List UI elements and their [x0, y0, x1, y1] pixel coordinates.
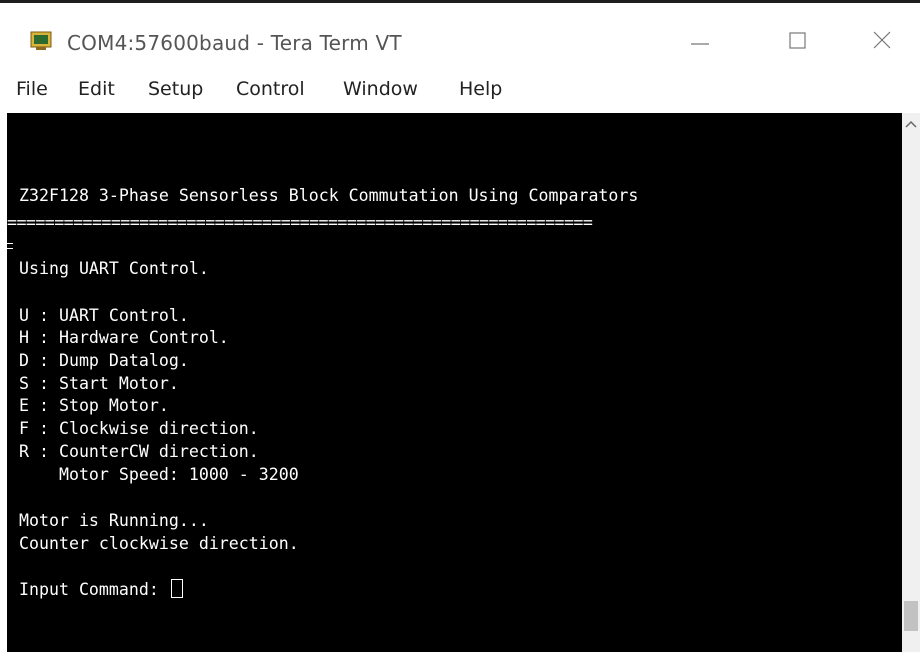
maximize-button[interactable] — [768, 17, 828, 63]
status-running-line: Motor is Running... — [19, 511, 209, 530]
menu-bar: File Edit Setup Control Window Help — [0, 75, 920, 109]
motor-speed-line: Motor Speed: 1000 - 3200 — [19, 465, 299, 484]
command-line-u: U : UART Control. — [19, 306, 189, 325]
command-line-f: F : Clockwise direction. — [19, 419, 259, 438]
terminal-mode-line: Using UART Control. — [19, 259, 209, 278]
scrollbar-thumb[interactable] — [904, 601, 918, 631]
status-direction-line: Counter clockwise direction. — [19, 534, 299, 553]
title-bar[interactable]: COM4:57600baud - Tera Term VT — [0, 3, 920, 75]
minimize-icon — [691, 43, 709, 45]
close-button[interactable] — [852, 17, 912, 63]
close-icon — [873, 31, 891, 49]
terminal-area[interactable]: Z32F128 3-Phase Sensorless Block Commuta… — [7, 113, 902, 652]
input-prompt-label: Input Command: — [19, 580, 169, 599]
menu-window[interactable]: Window — [343, 78, 418, 100]
menu-setup[interactable]: Setup — [148, 78, 203, 100]
terminal-output: Z32F128 3-Phase Sensorless Block Commuta… — [7, 113, 638, 599]
menu-file[interactable]: File — [16, 78, 48, 100]
window-title: COM4:57600baud - Tera Term VT — [67, 31, 402, 55]
command-line-e: E : Stop Motor. — [19, 396, 169, 415]
menu-edit[interactable]: Edit — [78, 78, 115, 100]
tera-term-icon — [30, 29, 52, 51]
text-cursor — [170, 579, 183, 598]
vertical-scrollbar[interactable] — [902, 113, 920, 652]
wrap-marker — [7, 243, 13, 249]
menu-help[interactable]: Help — [459, 78, 502, 100]
terminal-header-line: Z32F128 3-Phase Sensorless Block Commuta… — [19, 186, 639, 205]
input-prompt-line: Input Command: — [19, 578, 183, 601]
maximize-icon — [789, 32, 806, 49]
menu-control[interactable]: Control — [236, 78, 305, 100]
command-line-h: H : Hardware Control. — [19, 328, 229, 347]
command-line-r: R : CounterCW direction. — [19, 442, 259, 461]
minimize-button[interactable] — [670, 17, 730, 63]
terminal-separator-line: ========================================… — [7, 213, 593, 232]
scroll-up-icon[interactable] — [904, 119, 918, 131]
command-line-d: D : Dump Datalog. — [19, 351, 189, 370]
command-line-s: S : Start Motor. — [19, 374, 179, 393]
